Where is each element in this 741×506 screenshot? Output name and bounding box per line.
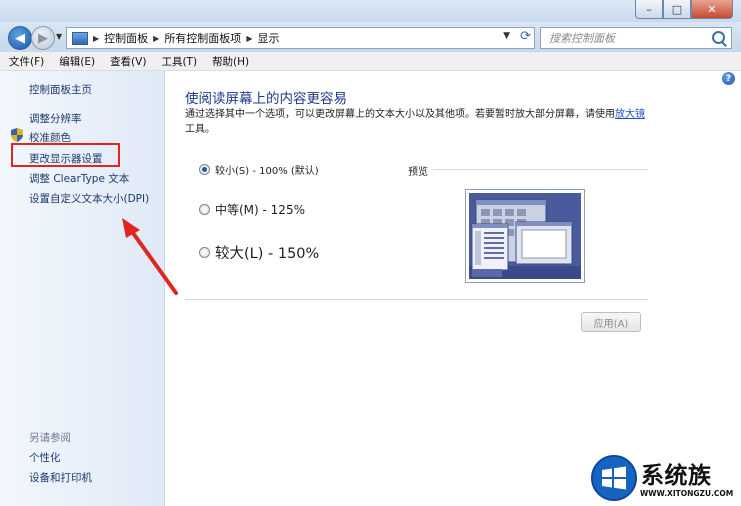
menu-help[interactable]: 帮助(H)	[206, 54, 255, 69]
watermark-logo: 系统族 WWW.XITONGZU.COM	[590, 454, 741, 506]
maximize-button[interactable]: □	[663, 0, 691, 19]
help-icon[interactable]: ?	[722, 72, 735, 85]
option-larger[interactable]: 较大(L) - 150%	[199, 242, 319, 263]
close-button[interactable]: ✕	[691, 0, 733, 19]
preview-image	[465, 189, 585, 283]
back-icon: ◀	[15, 30, 25, 46]
description-text-end: 工具。	[185, 124, 215, 135]
menu-bar: 文件(F) 编辑(E) 查看(V) 工具(T) 帮助(H)	[0, 52, 741, 71]
apply-button[interactable]: 应用(A)	[581, 312, 641, 332]
breadcrumb-all-items[interactable]: 所有控制面板项	[164, 30, 241, 46]
radio-medium[interactable]	[199, 204, 210, 215]
breadcrumb-display[interactable]: 显示	[257, 30, 279, 46]
watermark-url: WWW.XITONGZU.COM	[640, 489, 734, 498]
option-smaller[interactable]: 较小(S) - 100% (默认)	[199, 162, 319, 177]
page-title: 使阅读屏幕上的内容更容易	[185, 91, 347, 107]
preview-divider	[433, 169, 648, 170]
sidebar-item-cleartype[interactable]: 调整 ClearType 文本	[29, 171, 129, 186]
option-medium-label[interactable]: 中等(M) - 125%	[215, 201, 305, 218]
shield-icon	[11, 128, 23, 142]
forward-button[interactable]: ▶	[31, 26, 55, 50]
option-medium[interactable]: 中等(M) - 125%	[199, 201, 305, 218]
sidebar-item-adjust-resolution[interactable]: 调整分辨率	[29, 111, 82, 126]
sidebar-item-home[interactable]: 控制面板主页	[29, 82, 92, 97]
description-text: 通过选择其中一个选项，可以更改屏幕上的文本大小以及其他项。若要暂时放大部分屏幕，…	[185, 109, 615, 120]
watermark-name: 系统族	[641, 463, 712, 489]
control-panel-icon	[72, 31, 88, 45]
search-icon[interactable]	[712, 31, 725, 44]
back-button[interactable]: ◀	[8, 26, 32, 50]
address-bar[interactable]: ▶ 控制面板 ▶ 所有控制面板项 ▶ 显示 ▼ ⟳	[66, 27, 535, 49]
preview-screen-icon	[466, 190, 584, 282]
page-description: 通过选择其中一个选项，可以更改屏幕上的文本大小以及其他项。若要暂时放大部分屏幕，…	[185, 107, 645, 137]
address-dropdown-icon[interactable]: ▼	[503, 31, 510, 41]
minimize-button[interactable]: –	[635, 0, 663, 19]
sidebar-item-personalization[interactable]: 个性化	[29, 450, 61, 465]
menu-file[interactable]: 文件(F)	[3, 54, 50, 69]
menu-tools[interactable]: 工具(T)	[155, 54, 203, 69]
preview-label: 预览	[408, 167, 428, 178]
option-larger-label[interactable]: 较大(L) - 150%	[215, 242, 319, 263]
menu-edit[interactable]: 编辑(E)	[53, 54, 101, 69]
recent-pages-dropdown-icon[interactable]: ▼	[56, 32, 62, 41]
forward-icon: ▶	[38, 30, 48, 46]
breadcrumb-separator-icon[interactable]: ▶	[93, 34, 99, 43]
see-also-heading: 另请参阅	[29, 432, 71, 444]
radio-larger[interactable]	[199, 247, 210, 258]
window-controls: – □ ✕	[635, 0, 733, 19]
sidebar-item-custom-dpi[interactable]: 设置自定义文本大小(DPI)	[29, 191, 149, 206]
radio-smaller[interactable]	[199, 164, 210, 175]
breadcrumb-separator-icon[interactable]: ▶	[246, 34, 252, 43]
search-box[interactable]	[540, 27, 732, 49]
sidebar-item-devices-printers[interactable]: 设备和打印机	[29, 470, 92, 485]
navigation-bar: ◀ ▶ ▼ ▶ 控制面板 ▶ 所有控制面板项 ▶ 显示 ▼ ⟳	[0, 22, 741, 52]
search-input[interactable]	[547, 30, 711, 46]
annotation-highlight-box	[11, 143, 120, 167]
windows-logo-icon	[591, 455, 637, 501]
option-smaller-label[interactable]: 较小(S) - 100% (默认)	[215, 162, 319, 177]
breadcrumb-control-panel[interactable]: 控制面板	[104, 30, 148, 46]
window-titlebar: – □ ✕	[0, 0, 741, 22]
main-content: ? 使阅读屏幕上的内容更容易 通过选择其中一个选项，可以更改屏幕上的文本大小以及…	[165, 71, 741, 506]
refresh-icon[interactable]: ⟳	[520, 29, 531, 44]
breadcrumb-separator-icon[interactable]: ▶	[153, 34, 159, 43]
content-divider	[185, 299, 648, 300]
menu-view[interactable]: 查看(V)	[104, 54, 152, 69]
magnifier-link[interactable]: 放大镜	[615, 109, 645, 120]
